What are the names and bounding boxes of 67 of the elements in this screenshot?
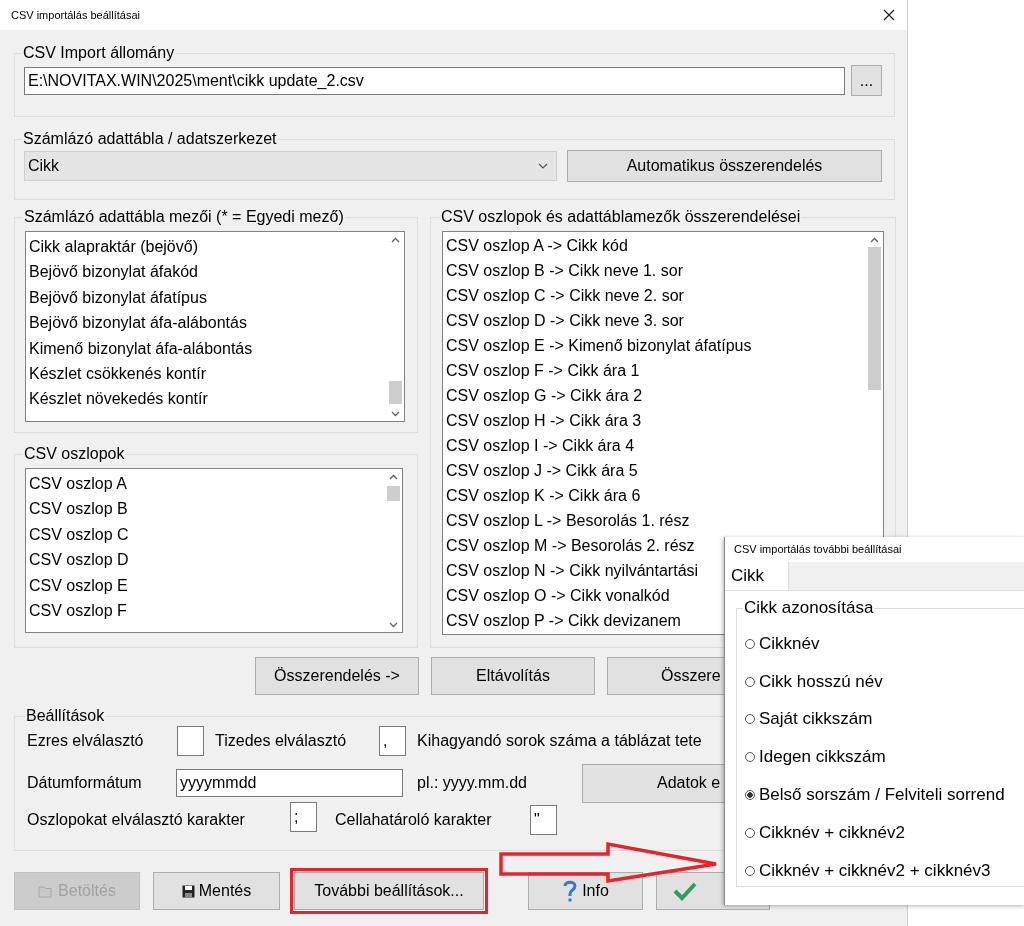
group-label: Számlázó adattábla / adatszerkezet [22, 130, 278, 148]
auto-assign-button[interactable]: Automatikus összerendelés [567, 150, 882, 182]
text-field[interactable] [177, 726, 204, 756]
list-item[interactable]: CSV oszlop J -> Cikk ára 5 [443, 458, 866, 483]
field-label: Tizedes elválasztó [215, 732, 348, 750]
text-field[interactable]: yyyymmdd [176, 769, 403, 797]
tab[interactable]: Cikk [725, 562, 790, 590]
list-item[interactable]: CSV oszlop E [26, 572, 385, 599]
group-label: CSV oszlopok és adattáblamezők összerendelései [440, 208, 802, 226]
footer-button[interactable]: Mentés [153, 872, 280, 910]
group-label: Számlázó adattábla mezői (* = Egyedi mező) [23, 208, 345, 226]
text-field[interactable]: " [530, 805, 557, 835]
text-field[interactable]: , [379, 726, 406, 756]
scroll-thumb[interactable] [387, 486, 400, 501]
list-item[interactable]: Cikk alapraktár (bejövő) [26, 234, 387, 260]
list-item[interactable]: CSV oszlop F [26, 598, 385, 624]
action-button[interactable]: Összerendelés -> [255, 657, 419, 695]
list-item[interactable]: CSV oszlop I -> Cikk ára 4 [443, 433, 866, 458]
list-item[interactable]: CSV oszlop A [26, 471, 385, 497]
field-label: Cellahatároló karakter [335, 811, 493, 829]
list-item[interactable]: Bejövő bizonylat áfa-alábontás [26, 310, 387, 336]
browse-button[interactable]: ... [851, 65, 882, 96]
window-title: CSV importálás további beállításai [733, 542, 903, 557]
field-label: Dátumformátum [27, 774, 143, 792]
text-field[interactable]: ; [290, 802, 317, 832]
scroll-thumb[interactable] [389, 381, 402, 404]
list-item[interactable]: CSV oszlop B -> Cikk neve 1. sor [443, 258, 866, 283]
group-label: Beállítások [25, 707, 106, 725]
check-icon [673, 881, 697, 901]
field-label: Oszlopokat elválasztó karakter [27, 811, 246, 829]
text-field[interactable]: E:\NOVITAX.WIN\2025\ment\cikk update_2.csv [24, 66, 846, 95]
radio-option[interactable]: Cikknév + cikknév2 [745, 814, 1024, 852]
list-item[interactable]: Bejövő bizonylat áfatípus [26, 284, 387, 311]
close-icon[interactable] [883, 9, 895, 21]
list-item[interactable]: CSV oszlop H -> Cikk ára 3 [443, 408, 866, 433]
window-title: CSV importálás beállításai [11, 9, 140, 21]
field-label: Ezres elválasztó [27, 732, 145, 750]
list-item[interactable]: Készlet növekedés kontír [26, 386, 387, 412]
list-item[interactable]: CSV oszlop E -> Kimenő bizonylat áfatípus [443, 333, 866, 358]
group-label: CSV Import állomány [22, 44, 176, 62]
folder-icon [38, 884, 55, 898]
list-item[interactable]: CSV oszlop B [26, 496, 385, 522]
list-item[interactable]: Készlet csökkenés kontír [26, 361, 387, 387]
radio-option[interactable]: Cikknév + cikknév2 + cikknév3 [745, 851, 1024, 890]
list-item[interactable]: CSV oszlop D -> Cikk neve 3. sor [443, 308, 866, 333]
radio-option[interactable]: Saját cikkszám [745, 700, 1024, 739]
list-item[interactable]: Bejövő bizonylat áfakód [26, 259, 387, 285]
action-button[interactable]: Eltávolítás [431, 657, 595, 695]
radio-button[interactable] [745, 790, 755, 801]
list-item[interactable]: CSV oszlop G -> Cikk ára 2 [443, 383, 866, 408]
list-item[interactable]: CSV oszlop F -> Cikk ára 1 [443, 358, 866, 383]
group-label: Cikk azonosítása [743, 599, 875, 617]
chevron-down-icon [538, 163, 548, 169]
scroll-thumb[interactable] [868, 247, 881, 390]
list-item[interactable]: CSV oszlop A -> Cikk kód [443, 233, 866, 258]
field-label: Kihagyandó sorok száma a táblázat tete [417, 732, 702, 750]
list-item[interactable]: CSV oszlop C -> Cikk neve 2. sor [443, 283, 866, 308]
question-mark-icon [562, 879, 579, 903]
example-text: pl.: yyyy.mm.dd [417, 774, 528, 792]
group-label: CSV oszlopok [23, 445, 126, 463]
list-item[interactable]: CSV oszlop C [26, 521, 385, 548]
list-item[interactable]: CSV oszlop D [26, 547, 385, 573]
footer-button[interactable]: További beállítások... [294, 872, 484, 910]
list-item[interactable]: CSV oszlop L -> Besorolás 1. rész [443, 508, 866, 533]
list-item[interactable]: CSV oszlop K -> Cikk ára 6 [443, 483, 866, 508]
list-item[interactable]: Kimenő bizonylat áfa-alábontás [26, 335, 387, 362]
dropdown[interactable]: Cikk [24, 151, 557, 181]
